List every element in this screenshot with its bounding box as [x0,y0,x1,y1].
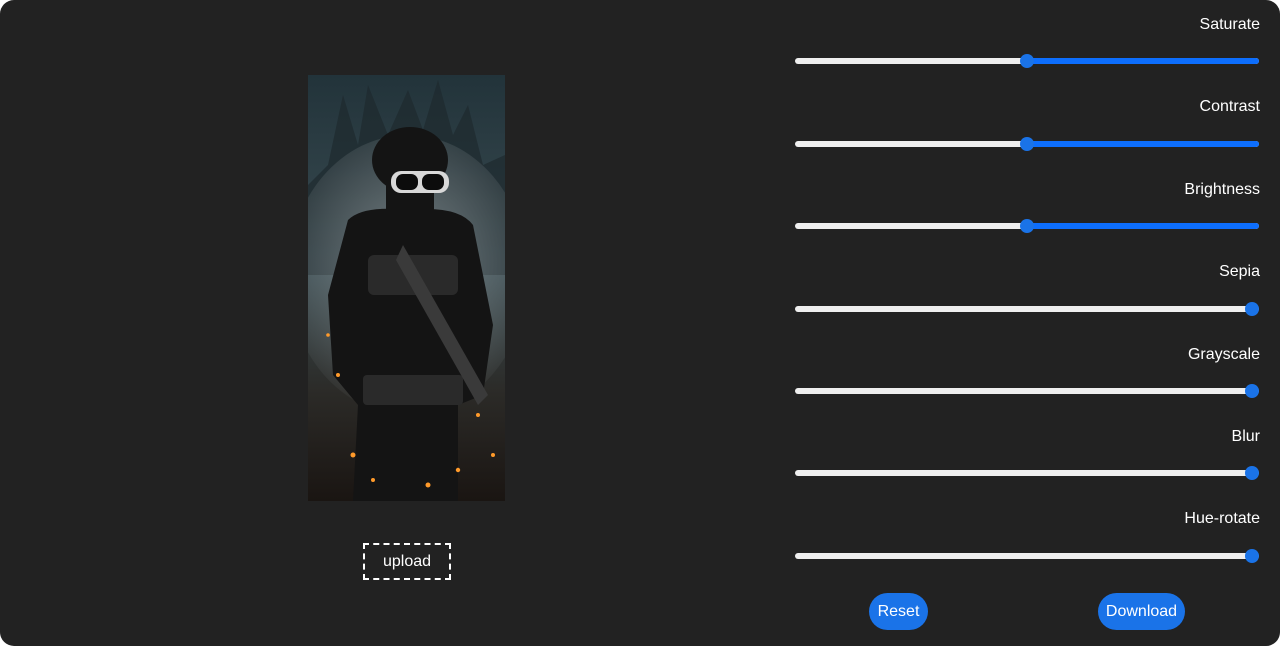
slider-track [795,388,1259,394]
sepia-slider[interactable] [795,301,1259,317]
image-preview [308,75,505,501]
saturate-label: Saturate [1199,16,1260,33]
slider-fill [1027,58,1259,64]
slider-thumb[interactable] [1245,302,1259,316]
slider-track [795,306,1259,312]
reset-button[interactable]: Reset [869,593,928,630]
slider-thumb[interactable] [1020,137,1034,151]
contrast-slider[interactable] [795,136,1259,152]
contrast-label: Contrast [1199,98,1260,115]
blur-slider[interactable] [795,465,1259,481]
sepia-label: Sepia [1219,263,1260,280]
photo-editor-app: upload Saturate Contrast Brightness Sepi… [0,0,1280,646]
slider-thumb[interactable] [1245,466,1259,480]
grayscale-slider[interactable] [795,383,1259,399]
slider-track [795,470,1259,476]
slider-thumb[interactable] [1020,54,1034,68]
slider-track [795,553,1259,559]
slider-thumb[interactable] [1020,219,1034,233]
upload-button[interactable]: upload [363,543,451,580]
brightness-slider[interactable] [795,218,1259,234]
hue-rotate-slider[interactable] [795,548,1259,564]
slider-thumb[interactable] [1245,549,1259,563]
soldier-photo [308,75,505,501]
slider-fill [1027,141,1259,147]
brightness-label: Brightness [1184,181,1260,198]
saturate-slider[interactable] [795,53,1259,69]
grayscale-label: Grayscale [1187,346,1260,363]
slider-fill [1027,223,1259,229]
slider-thumb[interactable] [1245,384,1259,398]
blur-label: Blur [1231,428,1260,445]
download-button[interactable]: Download [1098,593,1185,630]
hue-rotate-label: Hue-rotate [1184,510,1260,527]
